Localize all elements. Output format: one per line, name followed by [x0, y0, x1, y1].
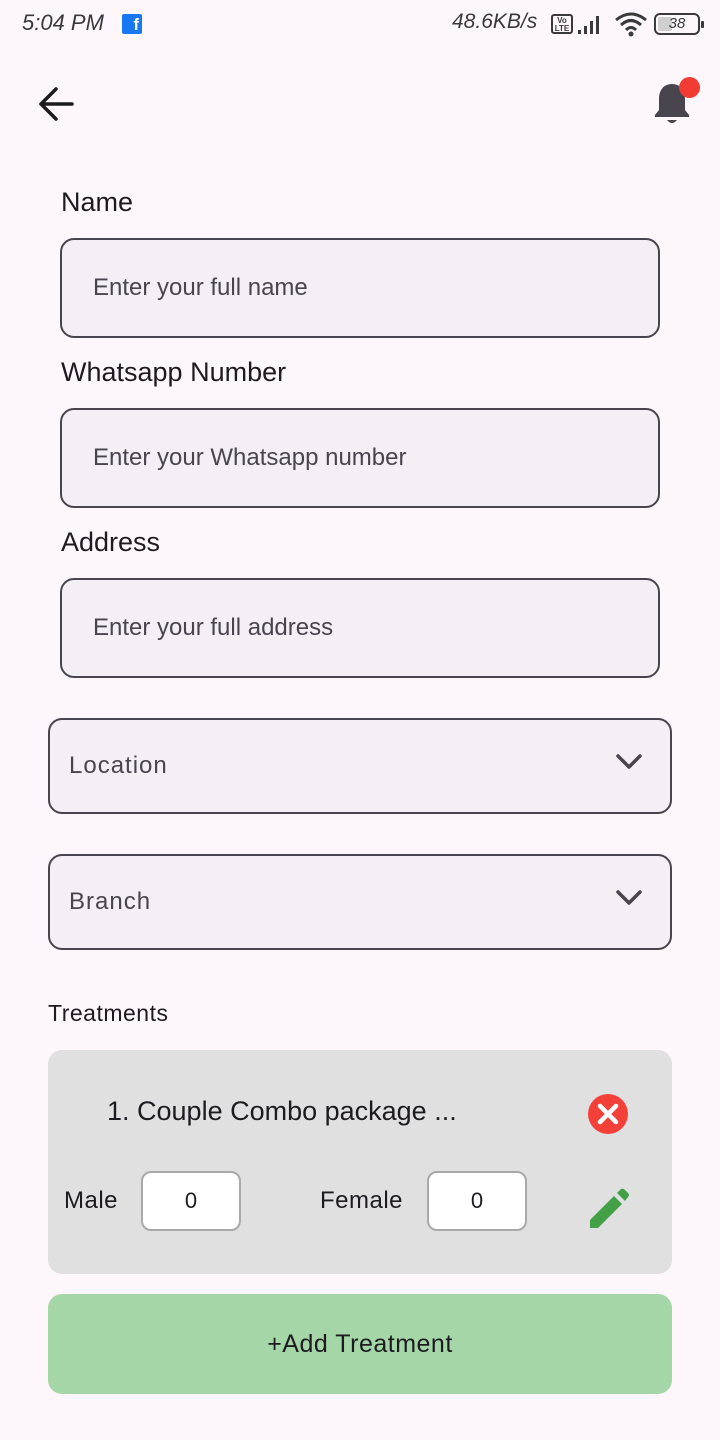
- volte-icon: Vo LTE: [551, 14, 573, 34]
- add-treatment-button[interactable]: +Add Treatment: [48, 1294, 672, 1394]
- treatment-card: 1. Couple Combo package ... Male 0 Femal…: [48, 1050, 672, 1274]
- edit-treatment-button[interactable]: [586, 1188, 630, 1232]
- status-time: 5:04 PM: [22, 10, 104, 35]
- treatments-title: Treatments: [48, 1000, 169, 1026]
- whatsapp-number-input[interactable]: [60, 408, 660, 508]
- add-patient-screen: 5:04 PM f 48.6KB/s Vo LTE 38 Name Enter …: [0, 0, 720, 1440]
- status-bar: 5:04 PM f 48.6KB/s Vo LTE 38: [0, 0, 720, 48]
- remove-treatment-button[interactable]: [588, 1094, 628, 1134]
- treatment-name: 1. Couple Combo package ...: [107, 1096, 457, 1126]
- back-button[interactable]: [36, 84, 76, 124]
- branch-dropdown[interactable]: Branch: [48, 854, 672, 950]
- whatsapp-label: Whatsapp Number: [61, 357, 287, 387]
- address-input[interactable]: [60, 578, 660, 678]
- signal-icon: [578, 16, 599, 34]
- female-label: Female: [320, 1187, 404, 1214]
- facebook-icon: f: [122, 14, 142, 34]
- chevron-down-icon: [616, 890, 642, 905]
- close-icon: [597, 1103, 619, 1125]
- name-label: Name: [61, 187, 134, 217]
- name-input[interactable]: [60, 238, 660, 338]
- male-count-field[interactable]: 0: [141, 1171, 241, 1231]
- pencil-icon: [590, 1188, 629, 1228]
- location-dropdown-label: Location: [69, 752, 168, 779]
- network-speed: 48.6KB/s: [452, 10, 538, 33]
- wifi-icon: [615, 12, 647, 37]
- chevron-down-icon: [616, 754, 642, 769]
- branch-dropdown-label: Branch: [69, 888, 152, 915]
- location-dropdown[interactable]: Location: [48, 718, 672, 814]
- notification-badge-dot: [679, 77, 700, 98]
- battery-icon: 38: [654, 13, 704, 35]
- arrow-left-icon: [39, 87, 74, 121]
- address-label: Address: [61, 527, 161, 557]
- male-label: Male: [64, 1187, 119, 1214]
- battery-level: 38: [668, 15, 686, 32]
- female-count-field[interactable]: 0: [427, 1171, 527, 1231]
